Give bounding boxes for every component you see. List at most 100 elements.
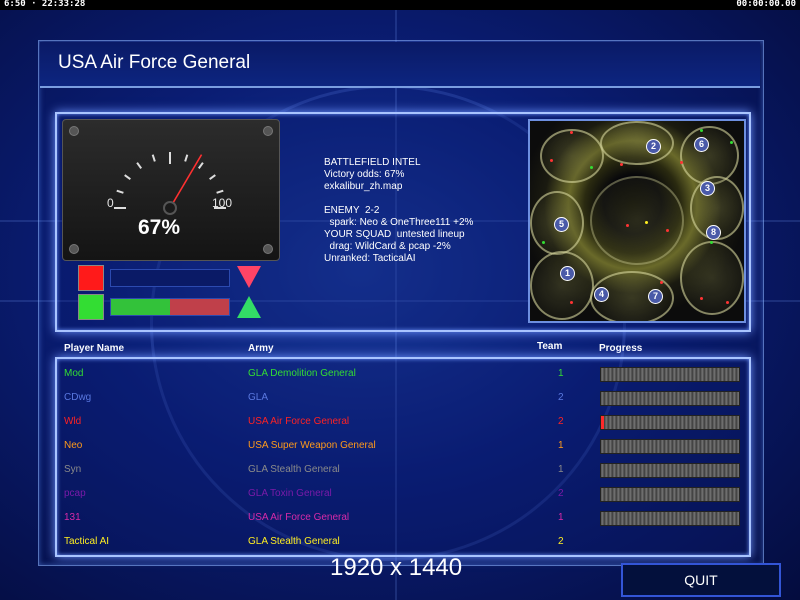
player-army: GLA Demolition General [248, 368, 356, 379]
map-terrain [540, 129, 604, 183]
map-unit-dot [620, 163, 623, 166]
start-position-marker: 5 [554, 217, 569, 232]
start-position-marker: 1 [560, 266, 575, 281]
player-army: USA Super Weapon General [248, 440, 376, 451]
gauge-min-label: 0 [107, 196, 114, 210]
player-row: Mod GLA Demolition General 1 [64, 362, 744, 386]
map-terrain [530, 251, 594, 320]
player-row: Neo USA Super Weapon General 1 [64, 434, 744, 458]
minimap: 1 2 3 4 5 6 7 8 [528, 119, 746, 323]
gauge-needle [169, 154, 203, 209]
player-army: GLA Stealth General [248, 536, 340, 547]
player-team: 1 [558, 368, 564, 379]
player-progress-bar [600, 367, 740, 382]
gauge-screw [69, 244, 79, 254]
player-row: Tactical AI GLA Stealth General 2 [64, 530, 744, 554]
squad-odds-green [111, 299, 170, 315]
player-army: USA Air Force General [248, 512, 350, 523]
gauge-max-label: 100 [212, 196, 233, 210]
start-position-marker: 2 [646, 139, 661, 154]
player-name: Syn [64, 464, 82, 475]
enemy-color-swatch [78, 265, 104, 291]
map-unit-dot [542, 241, 545, 244]
resolution-label: 1920 x 1440 [330, 554, 463, 581]
player-progress-bar [600, 391, 740, 406]
gauge-tick [209, 174, 216, 181]
player-row: Syn GLA Stealth General 1 [64, 458, 744, 482]
column-header-team: Team [537, 341, 563, 352]
intel-line: BATTLEFIELD INTEL [324, 157, 421, 168]
player-name: pcap [64, 488, 86, 499]
squad-odds-red [170, 299, 229, 315]
player-team: 2 [558, 536, 564, 547]
player-team: 1 [558, 440, 564, 451]
player-team: 2 [558, 392, 564, 403]
map-unit-dot [726, 301, 729, 304]
intel-line: ENEMY 2-2 [324, 205, 380, 216]
map-unit-dot [666, 229, 669, 232]
player-team: 2 [558, 416, 564, 427]
gauge-screw [69, 126, 79, 136]
intel-line [324, 193, 473, 205]
map-terrain [600, 121, 674, 165]
player-name: Wld [64, 416, 82, 427]
map-terrain [590, 176, 684, 265]
map-unit-dot [710, 241, 713, 244]
gauge-tick [136, 162, 143, 169]
gauge-tick [124, 174, 131, 181]
player-name: Mod [64, 368, 84, 379]
player-name: 131 [64, 512, 81, 523]
player-army: GLA Toxin General [248, 488, 332, 499]
player-team: 1 [558, 464, 564, 475]
start-position-marker: 7 [648, 289, 663, 304]
quit-button[interactable]: QUIT [621, 563, 781, 597]
gauge-tick [216, 189, 224, 194]
map-unit-dot [660, 281, 663, 284]
map-unit-dot [700, 129, 703, 132]
map-unit-dot [645, 221, 648, 224]
column-header-army: Army [248, 343, 274, 354]
player-progress-bar [600, 463, 740, 478]
player-progress-bar [600, 487, 740, 502]
player-progress-fill [601, 416, 604, 429]
player-team: 2 [558, 488, 564, 499]
player-row: CDwg GLA 2 [64, 386, 744, 410]
intel-line: YOUR SQUAD untested lineup [324, 229, 465, 240]
intel-line: Unranked: TacticalAI [324, 253, 416, 264]
map-unit-dot [590, 166, 593, 169]
player-name: Tactical AI [64, 536, 110, 547]
map-unit-dot [570, 131, 573, 134]
intel-line: drag: WildCard & pcap -2% [324, 241, 451, 252]
start-position-marker: 8 [706, 225, 721, 240]
column-header-progress: Progress [599, 343, 643, 354]
gauge-tick [197, 162, 204, 169]
intel-line: exkalibur_zh.map [324, 181, 403, 192]
player-progress-bar [600, 511, 740, 526]
status-bar: 6:50 · 22:33:28 00:00:00.00 [0, 0, 800, 10]
enemy-odds-bar [110, 269, 230, 287]
map-unit-dot [700, 297, 703, 300]
gauge-tick [184, 154, 189, 162]
gauge-hub [163, 201, 177, 215]
start-position-marker: 6 [694, 137, 709, 152]
map-unit-dot [730, 141, 733, 144]
squad-odds-bar [110, 298, 230, 316]
status-clock-right: 00:00:00.00 [736, 0, 796, 9]
gauge-tick [151, 154, 156, 162]
start-position-marker: 3 [700, 181, 715, 196]
page-title: USA Air Force General [58, 52, 251, 73]
map-unit-dot [570, 301, 573, 304]
intel-line: Victory odds: 67% [324, 169, 405, 180]
player-name: Neo [64, 440, 83, 451]
player-army: GLA Stealth General [248, 464, 340, 475]
map-terrain [680, 241, 744, 315]
player-team: 1 [558, 512, 564, 523]
map-unit-dot [626, 224, 629, 227]
up-arrow-icon [237, 296, 261, 318]
intel-line: spark: Neo & OneThree111 +2% [324, 217, 474, 228]
player-row: 131 USA Air Force General 1 [64, 506, 744, 530]
start-position-marker: 4 [594, 287, 609, 302]
gauge-screw [263, 244, 273, 254]
gauge-screw [263, 126, 273, 136]
map-unit-dot [680, 161, 683, 164]
